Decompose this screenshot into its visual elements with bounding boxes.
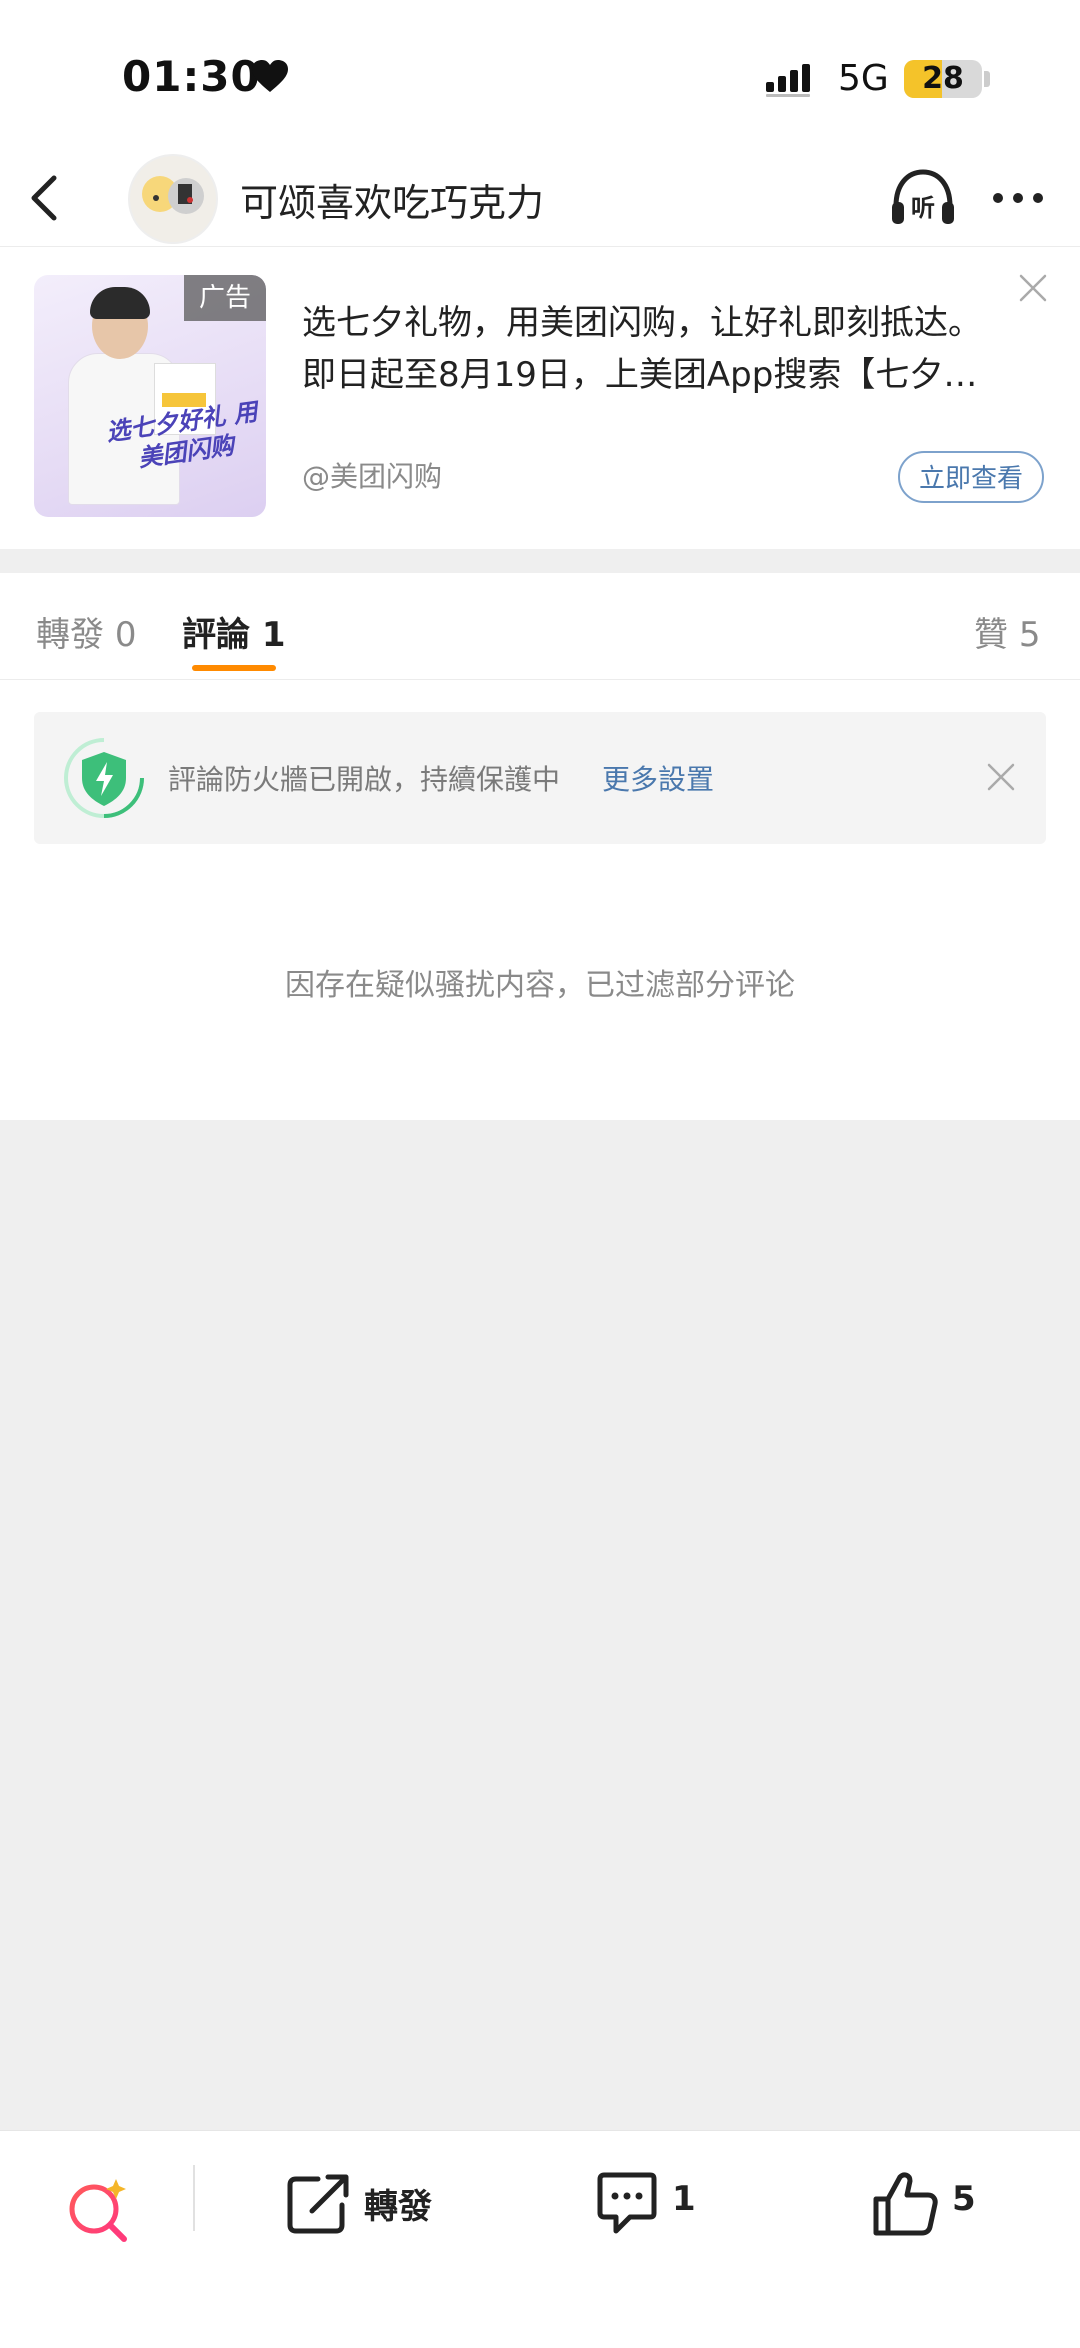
tab-repost[interactable]: 轉發 0 <box>36 607 136 656</box>
ad-tag: 广告 <box>184 275 266 321</box>
back-icon[interactable] <box>20 172 72 224</box>
listen-glyph: 听 <box>911 194 935 222</box>
tab-comment-label: 評論 <box>182 615 250 655</box>
share-icon[interactable] <box>284 2169 354 2237</box>
ai-search-icon[interactable] <box>64 2175 134 2245</box>
status-time: 01:30 <box>122 52 261 101</box>
more-icon[interactable] <box>990 180 1046 216</box>
firewall-status-text: 評論防火牆已開啟，持續保護中 <box>168 763 561 796</box>
ad-person-hair <box>90 287 150 319</box>
tab-bar: 轉發 0 評論 1 贊 5 <box>0 573 1080 680</box>
signal-icon <box>766 64 810 97</box>
comment-count[interactable]: 1 <box>672 2179 696 2219</box>
ad-line-2: 即日起至8月19日，上美团App搜索【七夕… <box>302 355 978 395</box>
tab-repost-count: 0 <box>114 615 137 655</box>
close-icon[interactable] <box>986 762 1016 792</box>
tab-comment-count: 1 <box>261 615 286 655</box>
network-type: 5G <box>838 58 889 99</box>
ad-image[interactable]: 选七夕好礼 用美团闪购 广告 <box>34 275 266 517</box>
firewall-banner: 評論防火牆已開啟，持續保護中 更多設置 <box>34 712 1046 844</box>
ad-line-1: 选七夕礼物，用美团闪购，让好礼即刻抵达。 <box>302 303 982 343</box>
listen-icon[interactable]: 听 <box>888 166 958 230</box>
tab-like[interactable]: 贊 5 <box>974 607 1040 656</box>
avatar[interactable] <box>128 154 218 244</box>
tab-like-count: 5 <box>1018 615 1041 655</box>
battery-percent: 28 <box>922 61 964 96</box>
bottom-action-bar: 轉發 1 5 <box>0 2130 1080 2348</box>
tab-comment[interactable]: 評論 1 <box>182 607 286 656</box>
like-count[interactable]: 5 <box>952 2179 976 2219</box>
tab-like-label: 贊 <box>974 615 1008 655</box>
tab-active-indicator <box>192 665 276 671</box>
ad-description[interactable]: 选七夕礼物，用美团闪购，让好礼即刻抵达。 即日起至8月19日，上美团App搜索【… <box>302 297 1042 401</box>
ad-source[interactable]: @美团闪购 <box>302 455 442 495</box>
battery-tip <box>984 71 990 87</box>
repost-label[interactable]: 轉發 <box>364 2179 432 2228</box>
divider <box>193 2165 195 2231</box>
more-settings-link[interactable]: 更多設置 <box>602 758 714 798</box>
filtered-notice: 因存在疑似骚扰内容，已过滤部分评论 <box>285 968 795 1003</box>
shield-bolt-icon <box>64 738 144 818</box>
avatar-art-icon <box>142 176 204 214</box>
nav-bar: 可颂喜欢吃巧克力 听 <box>0 150 1080 247</box>
ad-card[interactable]: 选七夕好礼 用美团闪购 广告 选七夕礼物，用美团闪购，让好礼即刻抵达。 即日起至… <box>0 247 1080 549</box>
status-bar: 01:30 5G 28 <box>0 0 1080 150</box>
heart-icon <box>252 60 288 92</box>
comments-section: 評論防火牆已開啟，持續保護中 更多設置 因存在疑似骚扰内容，已过滤部分评论 <box>0 680 1080 1120</box>
page-title: 可颂喜欢吃巧克力 <box>240 181 545 225</box>
comment-icon[interactable] <box>592 2169 662 2237</box>
tab-repost-label: 轉發 <box>36 615 104 655</box>
close-icon[interactable] <box>1018 273 1048 303</box>
view-now-button[interactable]: 立即查看 <box>898 451 1044 503</box>
like-icon[interactable] <box>870 2169 940 2237</box>
